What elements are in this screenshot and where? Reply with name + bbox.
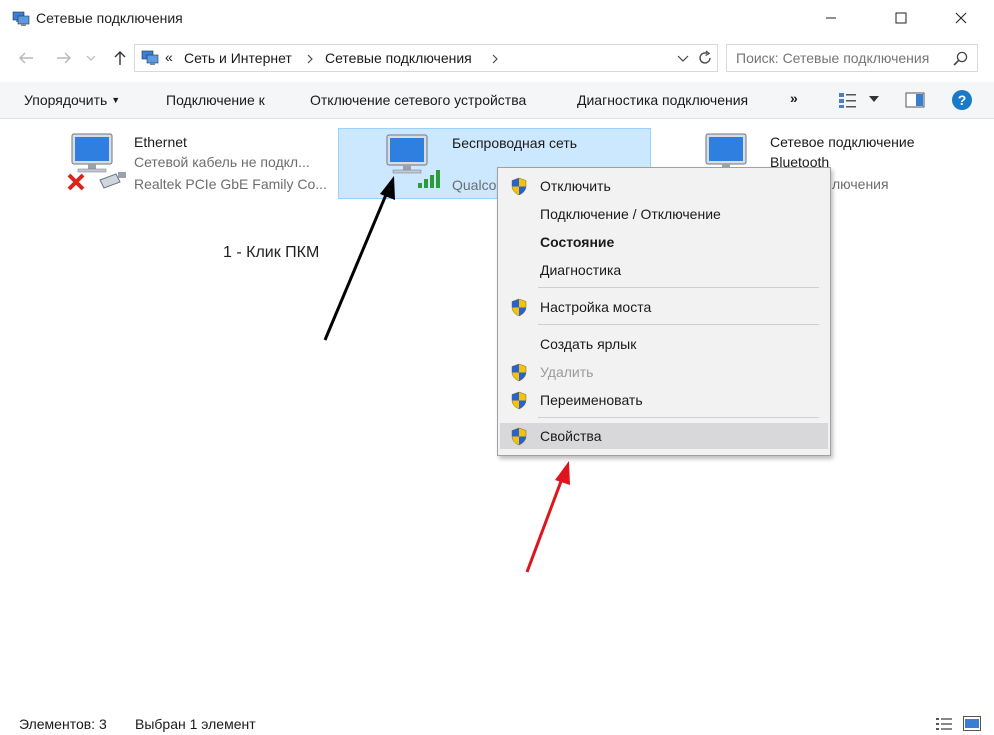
menu-item-label: Состояние	[540, 234, 615, 250]
menu-item-label: Настройка моста	[540, 299, 652, 315]
menu-separator	[538, 324, 819, 325]
menu-item-label: Создать ярлык	[540, 336, 637, 352]
menu-separator	[538, 287, 819, 288]
uac-shield-icon	[511, 391, 527, 410]
menu-item-label: Отключить	[540, 178, 611, 194]
status-item-count: Элементов: 3	[19, 716, 107, 732]
uac-shield-icon	[511, 363, 527, 382]
menu-item-create-shortcut[interactable]: Создать ярлык	[498, 331, 830, 357]
context-menu: Отключить Подключение / Отключение Состо…	[497, 167, 831, 456]
menu-item-rename[interactable]: Переименовать	[498, 387, 830, 413]
menu-item-connect-disconnect[interactable]: Подключение / Отключение	[498, 201, 830, 227]
menu-item-status[interactable]: Состояние	[498, 229, 830, 255]
large-icons-view-icon[interactable]	[963, 716, 981, 731]
status-selection: Выбран 1 элемент	[135, 716, 256, 732]
menu-item-label: Диагностика	[540, 262, 622, 278]
menu-item-label: Свойства	[540, 428, 602, 444]
details-view-icon[interactable]	[935, 717, 953, 731]
menu-item-label: Переименовать	[540, 392, 643, 408]
menu-item-bridge[interactable]: Настройка моста	[498, 294, 830, 320]
uac-shield-icon	[511, 177, 527, 196]
menu-item-properties[interactable]: Свойства	[500, 423, 828, 449]
menu-separator	[538, 417, 819, 418]
black-arrow	[323, 176, 395, 341]
uac-shield-icon	[511, 427, 527, 446]
menu-item-diagnostics[interactable]: Диагностика	[498, 257, 830, 283]
menu-item-disable[interactable]: Отключить	[498, 173, 830, 199]
menu-item-delete[interactable]: Удалить	[498, 359, 830, 385]
menu-item-label: Подключение / Отключение	[540, 206, 721, 222]
uac-shield-icon	[511, 298, 527, 317]
red-arrow	[525, 461, 570, 573]
menu-item-label: Удалить	[540, 364, 594, 380]
